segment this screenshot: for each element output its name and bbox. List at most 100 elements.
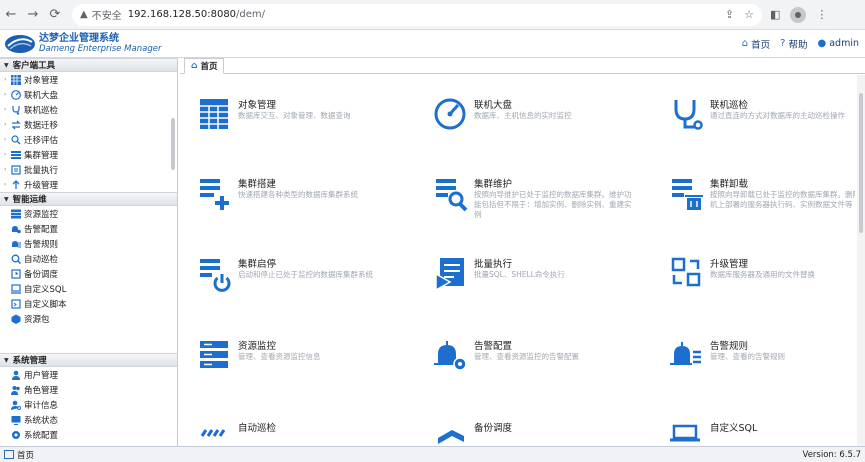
logo-subtitle: Dameng Enterprise Manager [39,43,162,54]
card-title: 集群维护 [474,179,513,190]
tab-bar: ⌂ 首页 [180,58,865,74]
card-title: 集群卸载 [710,179,749,190]
sidebar-item-label: 用户管理 [24,370,59,381]
window-icon [4,450,14,459]
address-bar[interactable]: ▲ 不安全 192.168.128.50:8080 /dem/ ⇪ ☆ [72,3,762,26]
bookmark-star-icon[interactable]: ☆ [744,8,754,21]
card-title: 告警配置 [474,341,513,352]
main-scrollbar-thumb[interactable] [859,93,863,233]
evaluate-icon [11,134,21,145]
section-system-management[interactable]: ▼ 系统管理 [0,353,177,367]
taskbar-home-tab[interactable]: 首页 [4,449,34,461]
expand-arrow-icon: › [4,91,7,98]
sidebar-item-resource-package[interactable]: 资源包 [0,311,177,326]
logo-title: 达梦企业管理系统 [39,32,119,44]
sidebar-item-upgrade-management[interactable]: › 升级管理 [0,177,177,192]
stethoscope-icon [11,105,21,115]
card-online-inspection[interactable]: 联机巡检 通过直连的方式对数据库的主动巡检操作 [670,97,855,157]
card-cluster-start-stop[interactable]: 集群启停 启动和停止已处于监控的数据库集群系统 [198,256,398,316]
collapse-triangle-icon: ▼ [4,356,9,364]
sidebar-item-custom-script[interactable]: 自定义脚本 [0,296,177,311]
sidebar-item-custom-sql[interactable]: 自定义SQL [0,281,177,296]
reload-icon[interactable]: ⟳ [44,4,66,26]
alarm-rule-icon [670,338,710,374]
tab-label: 首页 [200,62,218,72]
sidebar-item-user-management[interactable]: 用户管理 [0,367,177,382]
sidebar-item-migration-evaluation[interactable]: › 迁移评估 [0,132,177,147]
sidebar-item-system-status[interactable]: 系统状态 [0,412,177,427]
sidebar-item-label: 角色管理 [24,385,59,396]
sidebar-item-resource-monitor[interactable]: 资源监控 [0,206,177,221]
card-cluster-setup[interactable]: 集群搭建 快速搭建各种类型的数据库集群系统 [198,176,398,236]
side-panel-icon[interactable]: ◧ [770,8,780,21]
card-resource-monitor[interactable]: 资源监控 管理、查看资源监控信息 [198,338,398,398]
sidebar-item-label: 数据迁移 [24,120,59,131]
section-title: 智能运维 [12,195,47,205]
sidebar-item-auto-inspection[interactable]: 自动巡检 [0,251,177,266]
tab-home[interactable]: ⌂ 首页 [184,58,225,74]
card-description: 按照向导卸载已处于监控的数据库集群。删除主机上部署的服务器执行码、实例数据文件等 [710,190,855,209]
auto-inspect-icon [198,420,238,446]
user-label: admin [829,38,859,49]
sidebar-item-label: 系统状态 [24,415,59,426]
backup-icon [11,268,21,279]
sidebar-item-label: 升级管理 [24,180,59,191]
gauge-icon [11,89,21,100]
sidebar-item-backup-schedule[interactable]: 备份调度 [0,266,177,281]
url-path: /dem/ [236,9,266,20]
card-alarm-rule[interactable]: 告警规则 管理、查看的告警规则 [670,338,855,398]
help-icon: ? [780,38,786,49]
sidebar-item-label: 自定义脚本 [24,299,67,310]
alarm-config-icon [434,338,474,374]
home-label: 首页 [751,39,771,51]
sidebar-item-cluster-management[interactable]: › 集群管理 [0,147,177,162]
help-link[interactable]: ? 帮助 [780,37,807,51]
sidebar-scrollbar[interactable] [171,118,175,170]
menu-dots-icon[interactable]: ⋮ [816,8,827,21]
card-object-management[interactable]: 对象管理 数据库交互、对象管理、数据查询 [198,97,398,157]
expand-arrow-icon: › [4,76,7,83]
main-panel: ⌂ 首页 对象管理 数据库交互、对象管理、数据查询 联机大盘 数据库、主机信息的… [180,58,865,446]
forward-icon[interactable]: → [22,4,44,26]
sidebar-item-online-inspection[interactable]: › 联机巡检 [0,102,177,117]
sidebar-item-role-management[interactable]: 角色管理 [0,382,177,397]
sidebar-item-dashboard[interactable]: › 联机大盘 [0,87,177,102]
card-alarm-config[interactable]: 告警配置 管理、查看资源监控的告警配置 [434,338,634,398]
taskbar-tab-label: 首页 [17,450,35,461]
sidebar-item-label: 联机巡检 [24,105,59,116]
sidebar-item-alarm-config[interactable]: 告警配置 [0,221,177,236]
card-title: 备份调度 [474,423,513,434]
card-cluster-maintenance[interactable]: 集群维护 按照向导维护已处于监控的数据库集群。维护功能包括但不限于：增加实例、删… [434,176,634,236]
card-dashboard[interactable]: 联机大盘 数据库、主机信息的实时监控 [434,97,634,157]
card-auto-inspection[interactable]: 自动巡检 [198,420,398,446]
home-link[interactable]: ⌂ 首页 [742,37,770,51]
share-icon[interactable]: ⇪ [725,8,734,21]
alarm-config-icon [11,224,21,234]
section-smart-ops[interactable]: ▼ 智能运维 [0,192,177,206]
version-label: Version: 6.5.7 [802,449,861,460]
sidebar-item-data-migration[interactable]: › 数据迁移 [0,117,177,132]
card-title: 升级管理 [710,259,749,270]
sidebar-item-batch-execution[interactable]: › 批量执行 [0,162,177,177]
config-icon [11,430,21,440]
back-icon[interactable]: ← [0,4,22,26]
sidebar-item-audit-info[interactable]: 审计信息 [0,397,177,412]
card-description: 按照向导维护已处于监控的数据库集群。维护功能包括但不限于：增加实例、删除实例、重… [474,190,632,219]
section-client-tools[interactable]: ▼ 客户端工具 [0,58,177,72]
card-upgrade-management[interactable]: 升级管理 数据库服务器及通用的文件替换 [670,256,855,316]
card-cluster-uninstall[interactable]: 集群卸载 按照向导卸载已处于监控的数据库集群。删除主机上部署的服务器执行码、实例… [670,176,855,236]
sidebar-item-system-config[interactable]: 系统配置 [0,427,177,442]
card-backup-schedule[interactable]: 备份调度 [434,420,634,446]
card-batch-execution[interactable]: 批量执行 批量SQL、SHELL命令执行 [434,256,634,316]
card-custom-sql[interactable]: 自定义SQL [670,420,855,446]
user-menu[interactable]: ● admin [817,38,859,49]
sidebar-item-alarm-rule[interactable]: 告警规则 [0,236,177,251]
profile-avatar-icon[interactable] [790,6,807,23]
sidebar-item-object-management[interactable]: › 对象管理 [0,72,177,87]
main-scrollbar[interactable] [857,75,865,446]
sidebar-item-label: 系统配置 [24,430,59,441]
card-description: 管理、查看资源监控的告警配置 [474,352,579,361]
feature-grid: 对象管理 数据库交互、对象管理、数据查询 联机大盘 数据库、主机信息的实时监控 … [180,75,855,446]
server-icon [198,338,238,374]
